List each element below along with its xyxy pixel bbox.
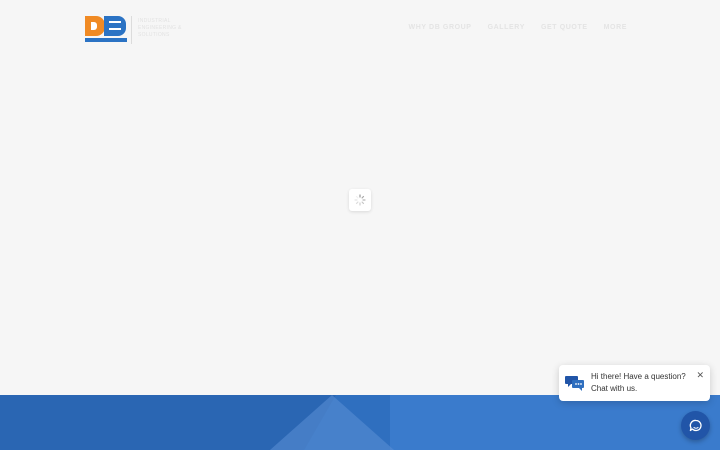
logo-text-line: Industrial [138,18,171,24]
site-header: Industrial Engineering & Solutions Why D… [0,0,720,60]
chat-greeting-line: Chat with us. [591,384,638,393]
logo-mark [85,16,127,44]
logo-text: Industrial Engineering & Solutions [138,18,182,39]
logo-text-line: Solutions [138,32,170,38]
footer-decor-triangle [270,395,394,450]
footer-decor-right [390,395,720,450]
nav-item-why[interactable]: Why DB Group [409,24,472,31]
spinner-icon [354,194,366,206]
logo-b-shape [104,16,126,36]
site-logo[interactable]: Industrial Engineering & Solutions [85,16,182,44]
logo-text-line: Engineering & [138,25,182,31]
chat-greeting-line: Hi there! Have a question? [591,372,686,381]
chat-bubbles-icon [565,376,584,391]
chat-launcher-button[interactable] [681,411,710,440]
close-icon[interactable]: ✕ [696,371,704,380]
chat-greeting-text: Hi there! Have a question? Chat with us. [591,371,686,395]
nav-item-quote[interactable]: Get Quote [541,24,588,31]
logo-divider [131,16,132,44]
chat-launcher-icon [689,419,702,431]
logo-tagline-bar [85,38,127,42]
logo-d-shape [85,16,105,36]
main-nav: Why DB Group Gallery Get Quote More [409,24,628,31]
loading-spinner [349,189,371,211]
nav-item-gallery[interactable]: Gallery [488,24,525,31]
nav-item-more[interactable]: More [604,24,627,31]
footer-band [0,395,720,450]
chat-greeting-popup[interactable]: Hi there! Have a question? Chat with us.… [559,365,710,401]
